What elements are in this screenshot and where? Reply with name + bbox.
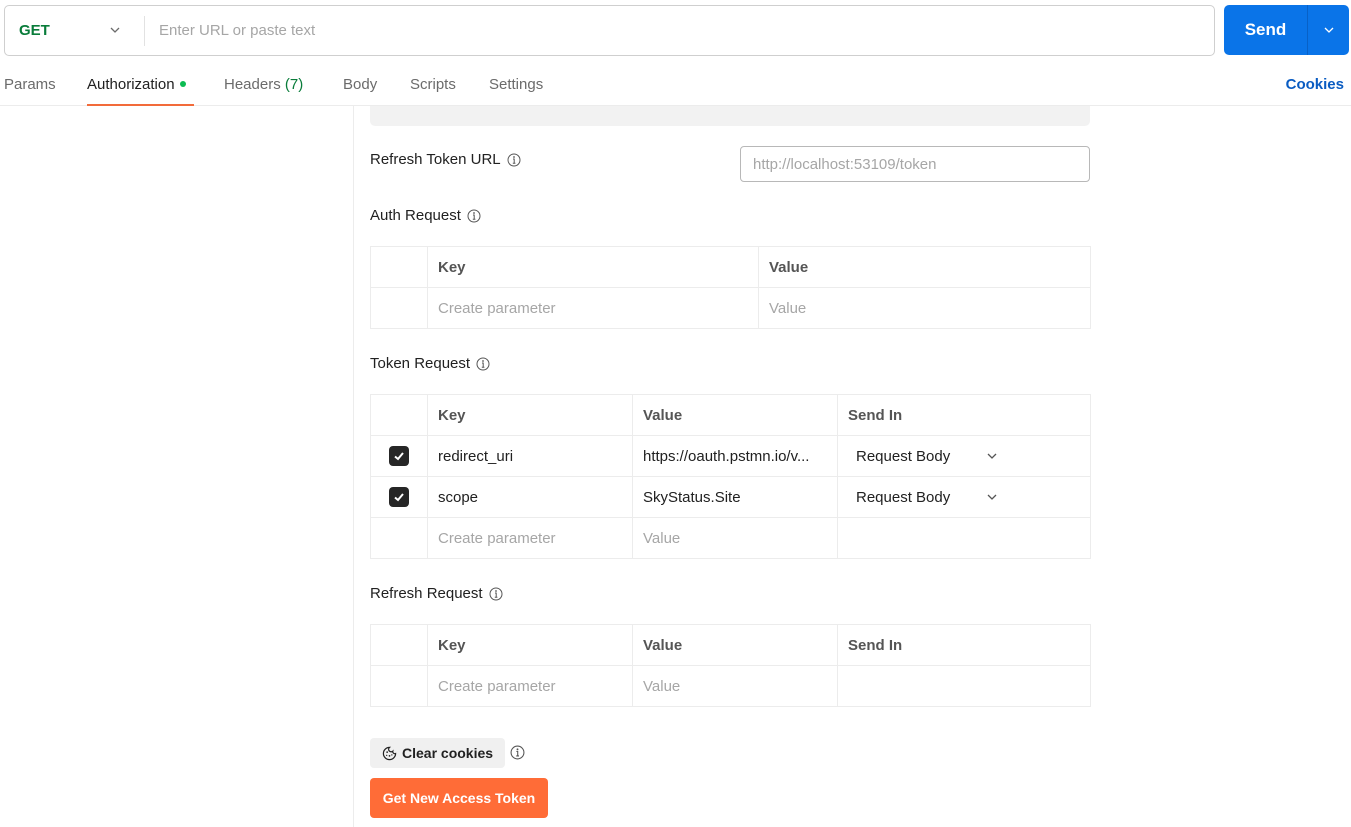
checkbox-cell — [370, 476, 428, 518]
refresh-token-url-label: Refresh Token URL — [370, 151, 521, 168]
tab-headers[interactable]: Headers (7) — [224, 76, 303, 93]
chevron-down-icon — [1324, 27, 1333, 33]
chevron-down-icon — [987, 494, 997, 500]
refresh-token-url-input[interactable] — [740, 146, 1090, 182]
tab-label: Headers — [224, 76, 281, 93]
info-icon[interactable] — [489, 587, 503, 601]
url-bar: GET — [4, 5, 1215, 56]
key-cell[interactable]: redirect_uri — [427, 435, 633, 477]
auth-request-label: Auth Request — [370, 207, 481, 224]
panel-divider — [353, 106, 354, 827]
refresh-request-label: Refresh Request — [370, 585, 503, 602]
label-text: Refresh Request — [370, 585, 483, 602]
clear-cookies-button[interactable]: Clear cookies — [370, 738, 505, 768]
info-icon[interactable] — [510, 745, 525, 760]
refresh-request-table: Key Value Send In Create parameter Value — [370, 624, 1091, 707]
table-row-new: Create parameter Value — [370, 287, 1091, 329]
checkbox-cell — [370, 435, 428, 477]
new-key-input[interactable]: Create parameter — [427, 517, 633, 559]
tab-label: Settings — [489, 76, 544, 93]
collapsed-section — [370, 106, 1090, 126]
row-checkbox[interactable] — [389, 446, 409, 466]
url-input[interactable] — [145, 6, 1214, 55]
send-in-value: Request Body — [856, 447, 951, 465]
auth-request-table: Key Value Create parameter Value — [370, 246, 1091, 329]
send-in-cell: Request Body — [837, 435, 1091, 477]
label-text: Refresh Token URL — [370, 151, 501, 168]
new-value-input[interactable]: Value — [632, 517, 838, 559]
send-options-button[interactable] — [1308, 5, 1349, 55]
label-text: Auth Request — [370, 207, 461, 224]
info-icon[interactable] — [507, 153, 521, 167]
headers-count: (7) — [284, 76, 304, 93]
table-header-row: Key Value Send In — [370, 624, 1091, 666]
tab-label: Body — [343, 76, 378, 93]
value-column-header: Value — [632, 624, 838, 666]
checkbox-column-header — [370, 394, 428, 436]
get-new-access-token-button[interactable]: Get New Access Token — [370, 778, 548, 818]
tab-scripts[interactable]: Scripts — [410, 76, 456, 93]
new-key-input[interactable]: Create parameter — [427, 287, 759, 329]
chevron-down-icon — [110, 27, 120, 33]
send-in-column-header: Send In — [837, 624, 1091, 666]
new-value-input[interactable]: Value — [632, 665, 838, 707]
checkbox-cell — [370, 665, 428, 707]
clear-cookies-label: Clear cookies — [402, 745, 494, 761]
tab-label: Authorization — [87, 76, 175, 93]
tab-settings[interactable]: Settings — [489, 76, 543, 93]
tab-label: Scripts — [410, 76, 456, 93]
table-row: scope SkyStatus.Site Request Body — [370, 476, 1091, 518]
checkbox-cell — [370, 517, 428, 559]
table-row-new: Create parameter Value — [370, 517, 1091, 559]
key-column-header: Key — [427, 246, 759, 288]
send-in-select[interactable]: Request Body — [848, 448, 1080, 465]
value-column-header: Value — [758, 246, 1091, 288]
method-select[interactable]: GET — [5, 6, 144, 55]
checkbox-column-header — [370, 246, 428, 288]
cookies-link[interactable]: Cookies — [1286, 76, 1344, 93]
checkbox-cell — [370, 287, 428, 329]
table-header-row: Key Value — [370, 246, 1091, 288]
send-in-cell: Request Body — [837, 476, 1091, 518]
value-cell[interactable]: https://oauth.pstmn.io/v... — [632, 435, 838, 477]
value-cell[interactable]: SkyStatus.Site — [632, 476, 838, 518]
status-dot — [179, 81, 186, 88]
token-request-label: Token Request — [370, 355, 490, 372]
send-in-column-header: Send In — [837, 394, 1091, 436]
label-text: Token Request — [370, 355, 471, 372]
token-request-table: Key Value Send In redirect_uri https://o… — [370, 394, 1091, 559]
send-in-value: Request Body — [856, 488, 951, 506]
chevron-down-icon — [987, 453, 997, 459]
table-row: redirect_uri https://oauth.pstmn.io/v...… — [370, 435, 1091, 477]
send-in-cell — [837, 517, 1091, 559]
send-button-group: Send — [1224, 5, 1349, 55]
method-label: GET — [19, 22, 50, 39]
info-icon[interactable] — [467, 209, 481, 223]
cookie-icon — [382, 746, 397, 760]
value-column-header: Value — [632, 394, 838, 436]
tab-label: Params — [4, 76, 56, 93]
send-button[interactable]: Send — [1224, 5, 1307, 55]
tab-authorization[interactable]: Authorization — [87, 76, 186, 93]
checkbox-column-header — [370, 624, 428, 666]
tab-params[interactable]: Params — [4, 76, 56, 93]
key-cell[interactable]: scope — [427, 476, 633, 518]
checkmark-icon — [394, 452, 404, 461]
info-icon[interactable] — [476, 357, 490, 371]
key-column-header: Key — [427, 394, 633, 436]
request-tabs: Params Authorization Headers (7) Body Sc… — [0, 64, 1351, 106]
key-column-header: Key — [427, 624, 633, 666]
tab-body[interactable]: Body — [343, 76, 377, 93]
table-row-new: Create parameter Value — [370, 665, 1091, 707]
checkmark-icon — [394, 493, 404, 502]
send-in-select[interactable]: Request Body — [848, 489, 1080, 506]
send-in-cell — [837, 665, 1091, 707]
row-checkbox[interactable] — [389, 487, 409, 507]
table-header-row: Key Value Send In — [370, 394, 1091, 436]
new-key-input[interactable]: Create parameter — [427, 665, 633, 707]
active-tab-indicator — [87, 104, 194, 106]
new-value-input[interactable]: Value — [758, 287, 1091, 329]
